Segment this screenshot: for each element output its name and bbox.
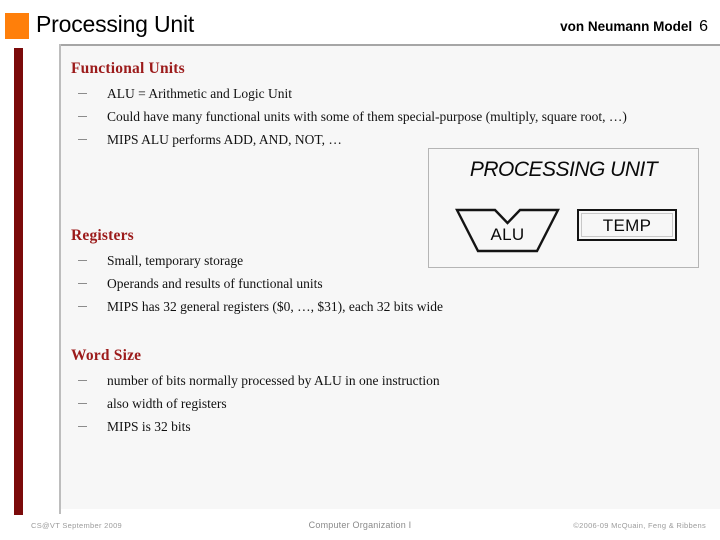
bullet-list: ALU = Arithmetic and Logic Unit Could ha… (71, 85, 701, 148)
dash-bullet-icon (78, 426, 87, 427)
list-item: MIPS is 32 bits (71, 418, 531, 435)
section-word-size: Word Size number of bits normally proces… (71, 347, 531, 435)
list-item-text: MIPS ALU performs ADD, AND, NOT, … (107, 132, 342, 147)
accent-square-icon (5, 13, 29, 39)
list-item: Could have many functional units with so… (71, 108, 712, 125)
list-item: Operands and results of functional units (71, 275, 501, 292)
left-accent-bar (14, 48, 23, 506)
header-right-group: von Neumann Model 6 (560, 18, 708, 36)
dash-bullet-icon (78, 116, 87, 117)
list-item-text: also width of registers (107, 396, 227, 411)
section-heading: Word Size (71, 347, 142, 364)
section-functional-units: Functional Units ALU = Arithmetic and Lo… (71, 60, 701, 148)
dash-bullet-icon (78, 139, 87, 140)
list-item-text: ALU = Arithmetic and Logic Unit (107, 86, 292, 101)
footer: CS@VT September 2009 Computer Organizati… (0, 520, 720, 535)
page-title: Processing Unit (36, 11, 195, 37)
list-item: also width of registers (71, 395, 531, 412)
temp-label: TEMP (602, 216, 652, 235)
dash-bullet-icon (78, 93, 87, 94)
temp-register-box: TEMP (577, 209, 677, 241)
dash-bullet-icon (78, 306, 87, 307)
dash-bullet-icon (78, 260, 87, 261)
list-item-text: MIPS has 32 general registers ($0, …, $3… (107, 299, 443, 314)
header-subtitle: von Neumann Model (560, 19, 693, 34)
dash-bullet-icon (78, 403, 87, 404)
list-item-text: Could have many functional units with so… (107, 109, 627, 124)
list-item-text: Operands and results of functional units (107, 276, 323, 291)
alu-label: ALU (490, 225, 525, 244)
list-item: number of bits normally processed by ALU… (71, 372, 531, 389)
list-item: MIPS ALU performs ADD, AND, NOT, … (71, 131, 701, 148)
footer-panel-tick (59, 504, 61, 514)
list-item: ALU = Arithmetic and Logic Unit (71, 85, 701, 102)
footer-accent-square (14, 505, 23, 515)
slide: Processing Unit von Neumann Model 6 Func… (0, 0, 720, 540)
list-item-text: Small, temporary storage (107, 253, 244, 268)
alu-shape: ALU (455, 207, 560, 254)
list-item-text: number of bits normally processed by ALU… (107, 373, 440, 388)
section-heading: Functional Units (71, 60, 185, 77)
bullet-list: number of bits normally processed by ALU… (71, 372, 531, 435)
list-item-text: MIPS is 32 bits (107, 419, 191, 434)
diagram-title: PROCESSING UNIT (469, 158, 658, 181)
dash-bullet-icon (78, 283, 87, 284)
processing-unit-diagram: PROCESSING UNIT ALU TEMP (428, 148, 699, 268)
dash-bullet-icon (78, 380, 87, 381)
slide-number: 6 (699, 18, 708, 35)
footer-right-text: ©2006-09 McQuain, Feng & Ribbens (573, 521, 706, 530)
list-item: MIPS has 32 general registers ($0, …, $3… (71, 298, 567, 315)
